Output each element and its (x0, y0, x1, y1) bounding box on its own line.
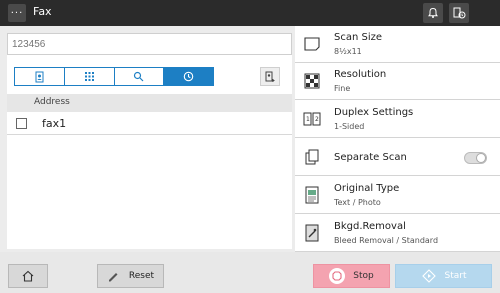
original-type-icon (303, 186, 321, 204)
destination-input[interactable] (7, 33, 292, 55)
address-register-icon (265, 71, 275, 82)
job-status-icon[interactable] (449, 3, 469, 23)
menu-button[interactable]: ··· (8, 4, 26, 22)
tab-search[interactable] (114, 68, 165, 85)
start-icon (421, 268, 437, 284)
reset-label: Reset (128, 271, 155, 281)
setting-separate-scan[interactable]: Separate Scan (295, 139, 500, 176)
setting-value: Text / Photo (334, 198, 381, 207)
reset-icon (108, 273, 118, 282)
address-tabs (14, 67, 214, 86)
address-list-header: Address (7, 94, 292, 112)
setting-value: Bleed Removal / Standard (334, 236, 439, 245)
bottom-bar: Reset Stop Start (0, 252, 500, 293)
home-button[interactable] (8, 264, 48, 288)
svg-text:1: 1 (306, 116, 310, 123)
setting-original-type[interactable]: Original Type Text / Photo (295, 177, 500, 214)
setting-label: Separate Scan (334, 152, 407, 163)
row-checkbox[interactable] (16, 118, 27, 129)
top-bar: ··· Fax (0, 0, 500, 26)
background-removal-icon (303, 224, 321, 242)
setting-scan-size[interactable]: Scan Size 8½x11 (295, 26, 500, 63)
resolution-icon (303, 72, 321, 90)
setting-label: Original Type (334, 183, 400, 194)
separate-scan-icon (303, 148, 321, 166)
setting-label: Scan Size (334, 32, 383, 43)
home-icon (22, 270, 34, 282)
list-item[interactable]: fax1 (7, 113, 292, 135)
setting-background-removal[interactable]: Bkgd.Removal Bleed Removal / Standard (295, 215, 500, 252)
setting-resolution[interactable]: Resolution Fine (295, 63, 500, 100)
setting-value: Fine (334, 84, 351, 93)
start-button[interactable]: Start (395, 264, 492, 288)
address-book-icon (35, 71, 44, 82)
tab-history[interactable] (164, 68, 213, 85)
search-icon (134, 71, 144, 82)
tab-direct-input[interactable] (64, 68, 115, 85)
reset-button[interactable]: Reset (97, 264, 164, 288)
setting-value: 8½x11 (334, 47, 362, 56)
svg-text:2: 2 (315, 116, 319, 123)
notification-bell-icon[interactable] (423, 3, 443, 23)
setting-value: 1-Sided (334, 122, 365, 131)
start-label: Start (444, 271, 467, 281)
address-detail-button[interactable] (260, 67, 280, 86)
tab-address-book[interactable] (15, 68, 65, 85)
setting-duplex[interactable]: 12 Duplex Settings 1-Sided (295, 101, 500, 138)
stop-button[interactable]: Stop (313, 264, 390, 288)
address-panel: Address fax1 (7, 33, 292, 249)
keypad-icon (84, 72, 94, 81)
duplex-icon: 12 (303, 110, 321, 128)
stop-label: Stop (353, 271, 374, 281)
scan-size-icon (303, 35, 321, 53)
separate-scan-toggle[interactable] (464, 152, 487, 164)
setting-label: Duplex Settings (334, 107, 414, 118)
stop-icon (329, 268, 346, 284)
setting-label: Bkgd.Removal (334, 221, 406, 232)
address-name: fax1 (42, 117, 67, 130)
app-title: Fax (33, 5, 52, 18)
settings-panel: Scan Size 8½x11 Resolution Fine 12 Duple… (295, 26, 500, 252)
setting-label: Resolution (334, 69, 387, 80)
clock-icon (183, 71, 194, 82)
